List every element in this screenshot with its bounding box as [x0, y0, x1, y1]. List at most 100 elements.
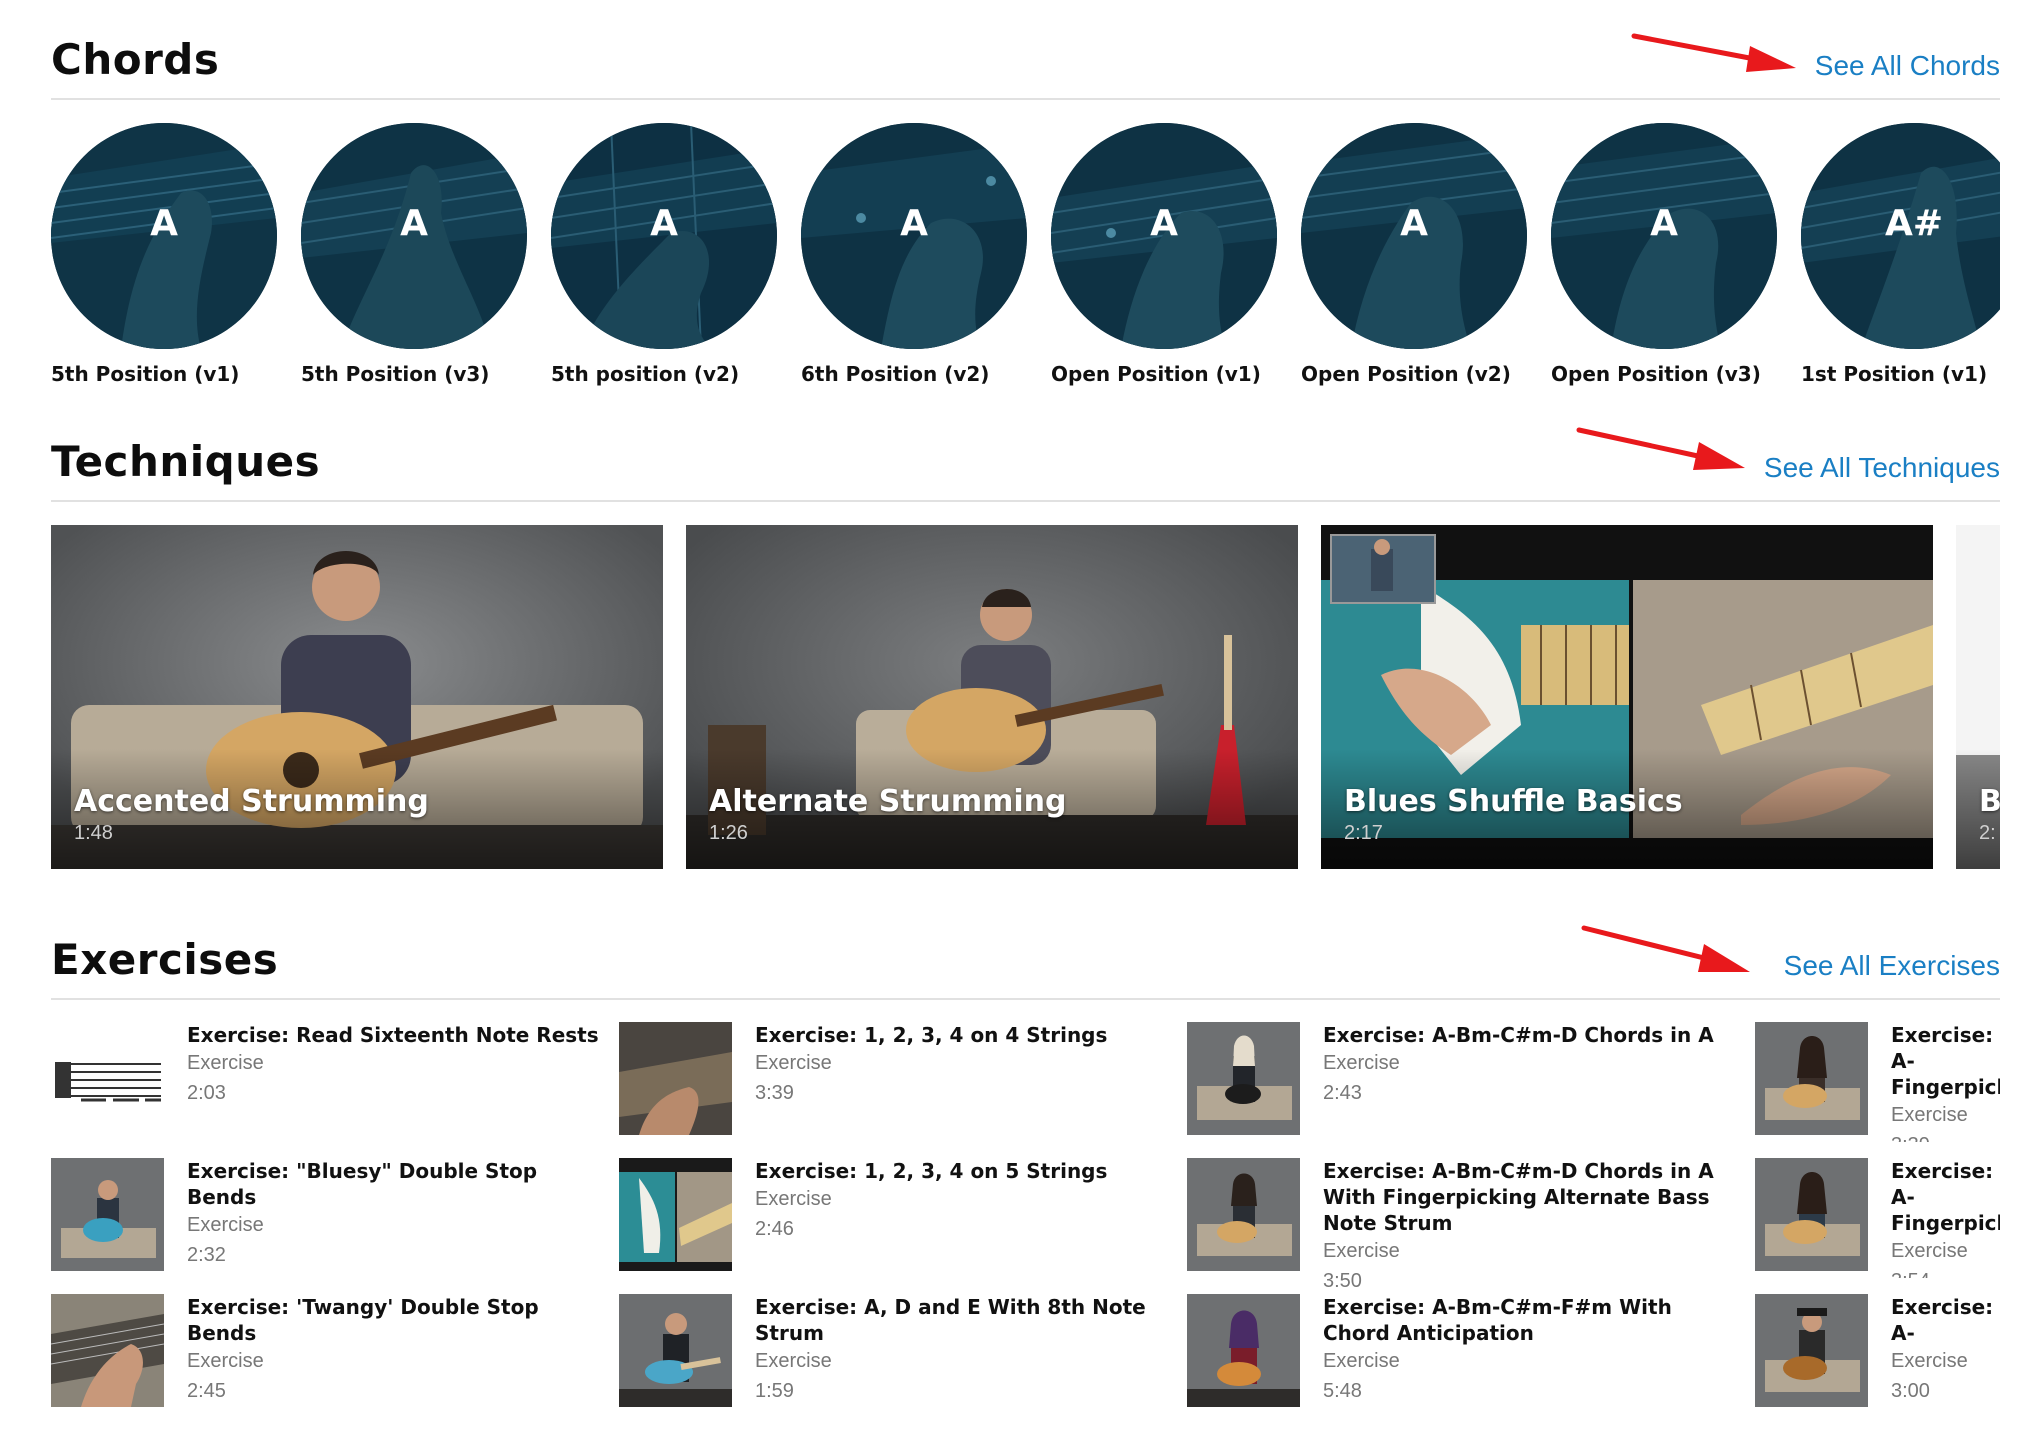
technique-duration: 1:26: [709, 822, 748, 844]
exercise-duration: 3:39: [1891, 1130, 2000, 1142]
chord-thumbnail: A: [1301, 123, 1527, 349]
exercise-title: Exercise: A-Bm-C#m-D Chords in A With Fi…: [1323, 1159, 1714, 1235]
exercise-duration: 3:39: [755, 1082, 794, 1104]
exercise-title: Exercise: A- Fingerpicki: [1891, 1023, 2000, 1099]
exercise-duration: 2:32: [187, 1244, 226, 1266]
technique-card[interactable]: Blues Shuffle Basics 2:17: [1321, 525, 1933, 869]
technique-title: Accented Strumming: [74, 784, 429, 819]
exercise-item[interactable]: Exercise: A- Fingerpicki Exercise 3:54: [1755, 1158, 2000, 1278]
chord-label: 1st Position (v1): [1801, 362, 1988, 386]
exercise-type: Exercise: [187, 1214, 264, 1236]
technique-card[interactable]: B 2:: [1956, 525, 2000, 869]
exercise-type: Exercise: [1891, 1240, 1968, 1262]
see-all-chords-link[interactable]: See All Chords: [1815, 50, 2000, 82]
techniques-section: Techniques See All Techniques Accented S…: [51, 400, 2000, 872]
exercise-title: Exercise: A- Fingerpicki: [1891, 1159, 2000, 1235]
chord-letter: A#: [1884, 203, 1944, 244]
exercise-item[interactable]: Exercise: A- Fingerpicki Exercise 3:39: [1755, 1022, 2000, 1142]
exercise-item[interactable]: Exercise: "Bluesy" Double Stop Bends Exe…: [51, 1158, 611, 1278]
chord-label: Open Position (v2): [1301, 362, 1511, 386]
chord-card[interactable]: A Open Position (v1): [1051, 100, 1279, 386]
exercise-title: Exercise: "Bluesy" Double Stop Bends: [187, 1159, 538, 1209]
chord-card[interactable]: A# 1st Position (v1): [1801, 100, 2000, 386]
exercise-title: Exercise: 1, 2, 3, 4 on 4 Strings: [755, 1023, 1108, 1047]
chord-label: Open Position (v1): [1051, 362, 1261, 386]
exercise-item[interactable]: Exercise: A- Exercise 3:00: [1755, 1294, 2000, 1414]
exercise-type: Exercise: [755, 1052, 832, 1074]
exercise-title: Exercise: A-Bm-C#m-D Chords in A: [1323, 1023, 1714, 1047]
technique-card[interactable]: Alternate Strumming 1:26: [686, 525, 1298, 869]
exercise-type: Exercise: [1891, 1350, 1968, 1372]
technique-title: Blues Shuffle Basics: [1344, 784, 1683, 819]
exercises-grid: Exercise: Read Sixteenth Note Rests Exer…: [51, 1022, 2000, 1442]
exercises-title: Exercises: [51, 935, 279, 984]
exercise-item[interactable]: Exercise: A, D and E With 8th Note Strum…: [619, 1294, 1179, 1414]
chord-card[interactable]: A 5th Position (v3): [301, 100, 529, 386]
chord-card[interactable]: A 5th position (v2): [551, 100, 779, 386]
chord-label: 5th position (v2): [551, 362, 740, 386]
chord-letter: A: [1400, 203, 1428, 244]
exercise-item[interactable]: Exercise: A-Bm-C#m-F#m With Chord Antici…: [1187, 1294, 1747, 1414]
exercise-type: Exercise: [1323, 1240, 1400, 1262]
exercise-title: Exercise: A-Bm-C#m-F#m With Chord Antici…: [1323, 1295, 1672, 1345]
exercise-title: Exercise: A-: [1891, 1295, 1994, 1345]
exercise-duration: 2:43: [1323, 1082, 1362, 1104]
chord-thumbnail: A: [301, 123, 527, 349]
chord-card[interactable]: A Open Position (v2): [1301, 100, 1529, 386]
exercise-item[interactable]: Exercise: A-Bm-C#m-D Chords in A With Fi…: [1187, 1158, 1747, 1292]
see-all-exercises-link[interactable]: See All Exercises: [1784, 950, 2000, 982]
technique-duration: 2:: [1979, 822, 1996, 844]
chord-card[interactable]: A Open Position (v3): [1551, 100, 1779, 386]
chord-label: Open Position (v3): [1551, 362, 1761, 386]
exercise-duration: 2:45: [187, 1380, 226, 1402]
exercise-duration: 2:03: [187, 1082, 226, 1104]
exercise-title: Exercise: 1, 2, 3, 4 on 5 Strings: [755, 1159, 1108, 1183]
chord-thumbnail: A: [801, 123, 1027, 349]
chords-carousel: A 5th Position (v1) A 5th Position (v3): [51, 100, 2000, 400]
chord-letter: A: [1150, 203, 1178, 244]
technique-title: B: [1979, 784, 2000, 819]
chord-label: 5th Position (v3): [301, 362, 490, 386]
chord-letter: A: [1650, 203, 1678, 244]
chords-header: Chords See All Chords: [51, 0, 2000, 100]
exercises-section: Exercises See All Exercises Exercise: Re…: [51, 900, 2000, 1442]
chord-thumbnail: A: [551, 123, 777, 349]
exercise-type: Exercise: [187, 1052, 264, 1074]
exercise-title: Exercise: Read Sixteenth Note Rests: [187, 1023, 599, 1047]
exercise-item[interactable]: Exercise: 'Twangy' Double Stop Bends Exe…: [51, 1294, 611, 1414]
exercise-thumbnail: [619, 1022, 732, 1135]
exercise-type: Exercise: [1323, 1052, 1400, 1074]
technique-title: Alternate Strumming: [709, 784, 1067, 819]
exercise-item[interactable]: Exercise: 1, 2, 3, 4 on 5 Strings Exerci…: [619, 1158, 1179, 1278]
exercise-thumbnail: [1187, 1158, 1300, 1271]
chord-thumbnail: A: [1051, 123, 1277, 349]
exercise-duration: 3:00: [1891, 1380, 1930, 1402]
chord-label: 6th Position (v2): [801, 362, 990, 386]
exercise-title: Exercise: 'Twangy' Double Stop Bends: [187, 1295, 539, 1345]
chord-thumbnail: A: [51, 123, 277, 349]
chords-section: Chords See All Chords A 5th Position (v1…: [51, 0, 2000, 400]
chord-card[interactable]: A 5th Position (v1): [51, 100, 279, 386]
exercise-thumbnail: [619, 1294, 732, 1407]
exercise-type: Exercise: [755, 1350, 832, 1372]
chord-letter: A: [400, 203, 428, 244]
techniques-header: Techniques See All Techniques: [51, 400, 2000, 502]
technique-duration: 1:48: [74, 822, 113, 844]
exercise-type: Exercise: [187, 1350, 264, 1372]
chord-letter: A: [900, 203, 928, 244]
exercise-duration: 2:46: [755, 1218, 794, 1240]
exercise-duration: 3:54: [1891, 1266, 2000, 1278]
exercise-item[interactable]: Exercise: A-Bm-C#m-D Chords in A Exercis…: [1187, 1022, 1747, 1142]
exercise-thumbnail: [1187, 1022, 1300, 1135]
exercise-type: Exercise: [1323, 1350, 1400, 1372]
chord-thumbnail: A#: [1801, 123, 2000, 349]
exercise-item[interactable]: Exercise: Read Sixteenth Note Rests Exer…: [51, 1022, 611, 1142]
see-all-techniques-link[interactable]: See All Techniques: [1764, 452, 2000, 484]
exercise-item[interactable]: Exercise: 1, 2, 3, 4 on 4 Strings Exerci…: [619, 1022, 1179, 1142]
exercise-thumbnail: [1755, 1294, 1868, 1407]
exercise-thumbnail: [51, 1022, 164, 1135]
chords-title: Chords: [51, 35, 220, 84]
technique-card[interactable]: Accented Strumming 1:48: [51, 525, 663, 869]
chord-card[interactable]: A 6th Position (v2): [801, 100, 1029, 386]
exercise-thumbnail: [51, 1158, 164, 1271]
